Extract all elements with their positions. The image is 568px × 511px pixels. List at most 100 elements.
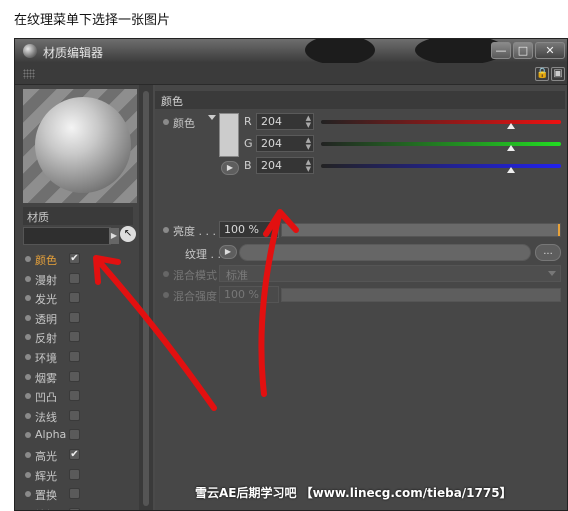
texture-field[interactable] bbox=[239, 244, 531, 261]
channel-checkbox[interactable]: ✔ bbox=[69, 448, 80, 460]
g-slider-thumb[interactable] bbox=[507, 145, 515, 151]
material-preview[interactable] bbox=[23, 89, 137, 203]
channel-checkbox[interactable] bbox=[69, 370, 80, 382]
channel-item[interactable]: 透明 bbox=[23, 308, 139, 328]
channel-item[interactable]: 置换 bbox=[23, 484, 139, 504]
channel-item[interactable]: 辉光 bbox=[23, 465, 139, 485]
g-value-field[interactable]: 204 ▲ ▼ bbox=[256, 135, 314, 152]
material-name-field[interactable] bbox=[23, 227, 111, 245]
browse-button[interactable]: ... bbox=[535, 244, 561, 261]
spinner-icon[interactable]: ▲ ▼ bbox=[306, 159, 311, 173]
scrollbar[interactable] bbox=[143, 91, 149, 506]
maximize-button[interactable]: □ bbox=[513, 42, 533, 59]
r-label: R bbox=[244, 115, 252, 128]
toolbar: 🔒 ▣ bbox=[15, 63, 567, 85]
channel-item[interactable]: 漫射 bbox=[23, 269, 139, 289]
spinner-icon[interactable]: ▲ ▼ bbox=[306, 115, 311, 129]
b-slider-thumb[interactable] bbox=[507, 167, 515, 173]
channel-checkbox[interactable] bbox=[69, 331, 80, 343]
b-slider[interactable] bbox=[321, 164, 561, 168]
channel-item[interactable]: 凹凸 bbox=[23, 386, 139, 406]
channel-label: 高光 bbox=[35, 449, 57, 463]
channel-checkbox[interactable]: ✔ bbox=[69, 253, 80, 264]
channel-label: 发光 bbox=[35, 293, 57, 307]
material-editor-window: 材质编辑器 — □ ✕ 🔒 ▣ 材质 ▶ ↖ 颜色 ✔ 漫射 发光 透明 反射 环境 烟雾 凹凸… bbox=[14, 38, 568, 511]
r-value: 204 bbox=[261, 115, 282, 128]
blend-mode-select[interactable]: 标准 bbox=[219, 265, 561, 282]
channel-dot bbox=[25, 393, 31, 400]
b-value: 204 bbox=[261, 159, 282, 172]
channel-item[interactable]: Alpha bbox=[23, 425, 139, 445]
channel-dot bbox=[25, 275, 31, 282]
right-panel: 颜色 颜色 ▶ R 204 ▲ ▼ G 204 ▲ ▼ B 204 ▲ ▼ 亮度 . . .… bbox=[155, 85, 567, 510]
channel-item[interactable]: 颜色 ✔ bbox=[23, 249, 139, 269]
play-icon[interactable]: ▶ bbox=[219, 245, 237, 259]
background-blob bbox=[305, 39, 375, 65]
channel-label: 漫射 bbox=[35, 273, 57, 287]
channel-checkbox[interactable] bbox=[69, 409, 80, 421]
new-window-icon[interactable]: ▣ bbox=[551, 67, 565, 81]
close-button[interactable]: ✕ bbox=[535, 42, 565, 59]
brightness-slider[interactable] bbox=[281, 223, 561, 237]
keyframe-dot[interactable] bbox=[163, 119, 169, 125]
channel-checkbox[interactable] bbox=[69, 429, 80, 441]
channel-item[interactable]: 发光 bbox=[23, 288, 139, 308]
picker-arrow-icon[interactable]: ↖ bbox=[120, 226, 136, 242]
channel-label: 凹凸 bbox=[35, 391, 57, 405]
keyframe-dot[interactable] bbox=[163, 271, 169, 277]
blend-strength-slider[interactable] bbox=[281, 288, 561, 302]
section-header-color: 颜色 bbox=[155, 91, 565, 109]
chevron-down-icon bbox=[548, 271, 556, 276]
channel-checkbox[interactable] bbox=[69, 350, 80, 362]
keyframe-dot[interactable] bbox=[163, 292, 169, 298]
channel-item[interactable]: 环境 bbox=[23, 347, 139, 367]
preview-sphere bbox=[35, 97, 131, 193]
channel-item[interactable]: 法线 bbox=[23, 406, 139, 426]
channel-label: 反射 bbox=[35, 332, 57, 346]
channel-checkbox[interactable] bbox=[69, 292, 80, 304]
channel-dot bbox=[25, 471, 31, 478]
material-name-label: 材质 bbox=[23, 207, 133, 225]
r-slider-thumb[interactable] bbox=[507, 123, 515, 129]
channel-item[interactable]: 编辑 bbox=[23, 504, 139, 510]
grip-icon[interactable] bbox=[23, 69, 35, 79]
color-swatch[interactable] bbox=[219, 113, 239, 157]
channel-label: 置换 bbox=[35, 489, 57, 503]
channel-checkbox[interactable] bbox=[69, 390, 80, 402]
material-editor-icon bbox=[23, 44, 37, 58]
channel-label: Alpha bbox=[35, 428, 67, 442]
channel-checkbox[interactable] bbox=[69, 311, 80, 323]
channel-list: 颜色 ✔ 漫射发光透明反射环境烟雾凹凸法线 Alpha 高光 ✔ 辉光置换编辑 bbox=[23, 249, 139, 510]
channel-dot bbox=[25, 295, 31, 302]
g-value: 204 bbox=[261, 137, 282, 150]
spinner-icon[interactable]: ▲ ▼ bbox=[306, 137, 311, 151]
b-label: B bbox=[244, 159, 252, 172]
blend-strength-field[interactable]: 100 % bbox=[219, 286, 279, 303]
caption-text: 在纹理菜单下选择一张图片 bbox=[14, 13, 171, 28]
channel-item[interactable]: 高光 ✔ bbox=[23, 445, 139, 465]
minimize-button[interactable]: — bbox=[491, 42, 511, 59]
r-slider[interactable] bbox=[321, 120, 561, 124]
r-value-field[interactable]: 204 ▲ ▼ bbox=[256, 113, 314, 130]
brightness-label: 亮度 . . . bbox=[173, 225, 216, 238]
channel-item[interactable]: 烟雾 bbox=[23, 367, 139, 387]
b-value-field[interactable]: 204 ▲ ▼ bbox=[256, 157, 314, 174]
window-title: 材质编辑器 bbox=[43, 46, 104, 60]
chevron-down-icon[interactable] bbox=[208, 115, 216, 120]
channel-checkbox[interactable] bbox=[69, 272, 80, 284]
title-bar[interactable]: 材质编辑器 — □ ✕ bbox=[15, 39, 567, 65]
channel-dot bbox=[25, 491, 31, 498]
channel-dot bbox=[25, 451, 31, 458]
play-icon[interactable]: ▶ bbox=[109, 228, 119, 244]
channel-dot bbox=[25, 256, 31, 262]
brightness-field[interactable]: 100 % bbox=[219, 221, 279, 238]
channel-checkbox[interactable] bbox=[69, 468, 80, 480]
g-slider[interactable] bbox=[321, 142, 561, 146]
play-icon[interactable]: ▶ bbox=[221, 161, 239, 175]
blend-strength-label: 混合强度 bbox=[173, 290, 217, 303]
watermark: 雪云AE后期学习吧 【www.linecg.com/tieba/1775】 bbox=[195, 486, 512, 500]
channel-checkbox[interactable] bbox=[69, 488, 80, 500]
channel-item[interactable]: 反射 bbox=[23, 327, 139, 347]
keyframe-dot[interactable] bbox=[163, 227, 169, 233]
lock-icon[interactable]: 🔒 bbox=[535, 67, 549, 81]
